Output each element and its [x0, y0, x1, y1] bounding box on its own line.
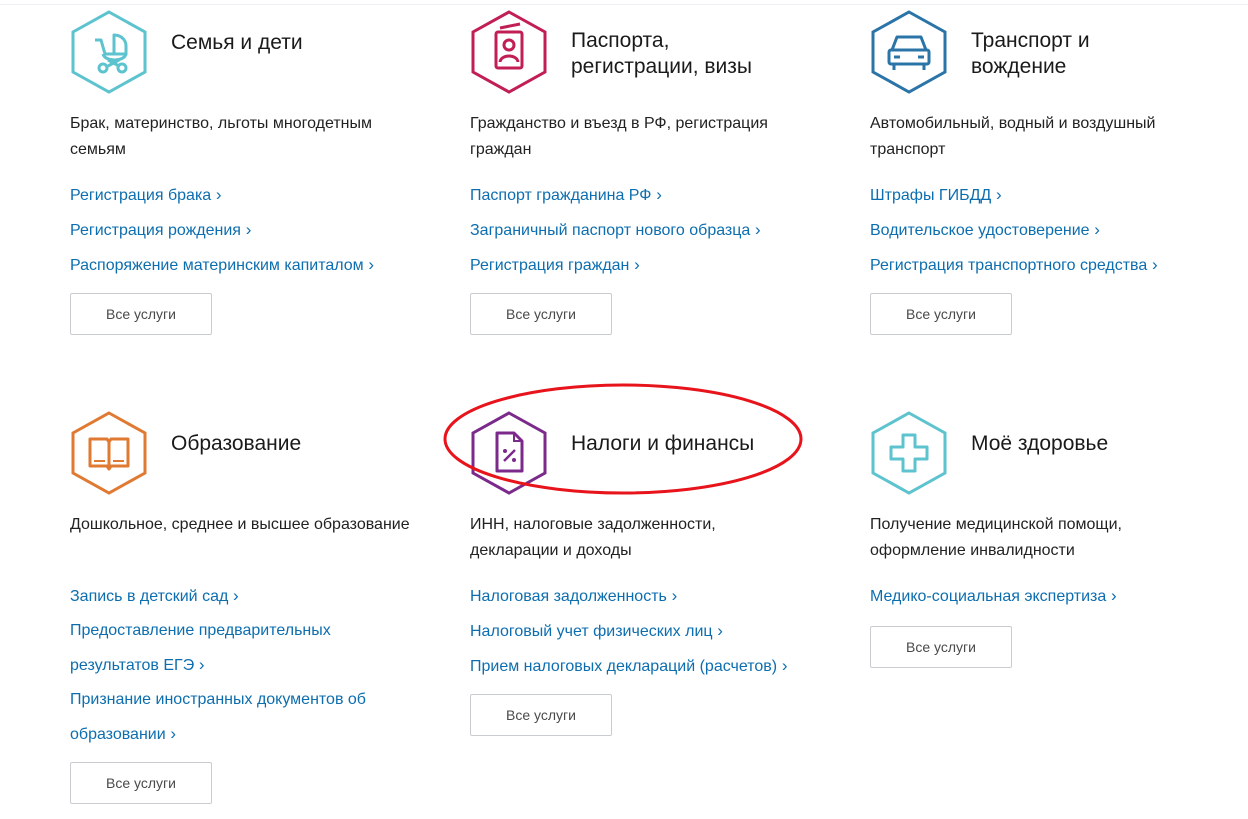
title-line: регистрации, визы	[571, 55, 752, 78]
service-links: Регистрация брака Регистрация рождения Р…	[70, 178, 410, 283]
category-description: Брак, материнство, льготы многодетным се…	[70, 115, 372, 158]
service-links: Запись в детский сад Предоставление пред…	[70, 579, 410, 752]
category-header[interactable]: Семья и дети	[70, 10, 430, 94]
service-link[interactable]: Регистрация брака	[70, 178, 410, 213]
category-title[interactable]: Паспорта, регистрации, визы	[571, 28, 821, 80]
category-header[interactable]: Паспорта, регистрации, визы	[470, 10, 830, 94]
service-links: Паспорт гражданина РФ Заграничный паспор…	[470, 178, 810, 283]
baby-stroller-icon	[71, 10, 147, 94]
title-line: Образование	[171, 432, 302, 455]
category-header[interactable]: Транспорт и вождение	[870, 10, 1230, 94]
service-link[interactable]: Признание иностранных документов об обра…	[70, 683, 380, 752]
service-link[interactable]: Заграничный паспорт нового образца	[470, 213, 810, 248]
all-services-button[interactable]: Все услуги	[870, 626, 1012, 668]
service-links: Налоговая задолженность Налоговый учет ф…	[470, 579, 810, 684]
title-line: Моё здоровье	[971, 432, 1109, 455]
category-education: Образование Дошкольное, среднее и высшее…	[70, 411, 430, 804]
title-line: вождение	[971, 55, 1067, 78]
category-family: Семья и дети Брак, материнство, льготы м…	[70, 10, 430, 335]
category-health: Моё здоровье Получение медицинской помощ…	[870, 411, 1230, 668]
service-link[interactable]: Регистрация рождения	[70, 213, 410, 248]
category-description: Получение медицинской помощи, оформление…	[870, 516, 1122, 559]
title-line: Семья и дети	[171, 31, 303, 54]
all-services-button[interactable]: Все услуги	[470, 694, 612, 736]
service-link[interactable]: Штрафы ГИБДД	[870, 178, 1210, 213]
category-description: Дошкольное, среднее и высшее образование	[70, 516, 410, 533]
all-services-button[interactable]: Все услуги	[870, 293, 1012, 335]
title-line: Транспорт и	[971, 29, 1090, 52]
service-link[interactable]: Налоговая задолженность	[470, 579, 810, 614]
service-links: Штрафы ГИБДД Водительское удостоверение …	[870, 178, 1210, 283]
category-description: Автомобильный, водный и воздушный трансп…	[870, 115, 1156, 158]
all-services-button[interactable]: Все услуги	[70, 762, 212, 804]
all-services-button[interactable]: Все услуги	[470, 293, 612, 335]
service-link[interactable]: Налоговый учет физических лиц	[470, 614, 810, 649]
service-link[interactable]: Предоставление предварительных результат…	[70, 614, 360, 683]
service-link[interactable]: Водительское удостоверение	[870, 213, 1210, 248]
category-title[interactable]: Семья и дети	[171, 30, 421, 56]
category-title[interactable]: Транспорт и вождение	[971, 28, 1221, 80]
title-line: Паспорта,	[571, 29, 670, 52]
category-transport: Транспорт и вождение Автомобильный, водн…	[870, 10, 1230, 335]
category-description: Гражданство и въезд в РФ, регистрация гр…	[470, 115, 768, 158]
highlight-ellipse	[443, 383, 803, 495]
service-link[interactable]: Распоряжение материнским капиталом	[70, 248, 410, 283]
category-title[interactable]: Образование	[171, 431, 421, 457]
service-link[interactable]: Регистрация транспортного средства	[870, 248, 1210, 283]
top-divider	[0, 4, 1248, 5]
service-link[interactable]: Медико-социальная экспертиза	[870, 579, 1210, 614]
category-passports: Паспорта, регистрации, визы Гражданство …	[470, 10, 830, 335]
category-header[interactable]: Образование	[70, 411, 430, 495]
service-link[interactable]: Запись в детский сад	[70, 579, 410, 614]
book-icon	[71, 411, 147, 495]
medical-cross-icon	[871, 411, 947, 495]
service-link[interactable]: Регистрация граждан	[470, 248, 810, 283]
all-services-button[interactable]: Все услуги	[70, 293, 212, 335]
passport-icon	[471, 10, 547, 94]
category-description: ИНН, налоговые задолженности, декларации…	[470, 516, 716, 559]
car-icon	[871, 10, 947, 94]
category-header[interactable]: Моё здоровье	[870, 411, 1230, 495]
service-links: Медико-социальная экспертиза	[870, 579, 1210, 614]
category-title[interactable]: Моё здоровье	[971, 431, 1221, 457]
service-link[interactable]: Прием налоговых деклараций (расчетов)	[470, 649, 810, 684]
service-link[interactable]: Паспорт гражданина РФ	[470, 178, 810, 213]
